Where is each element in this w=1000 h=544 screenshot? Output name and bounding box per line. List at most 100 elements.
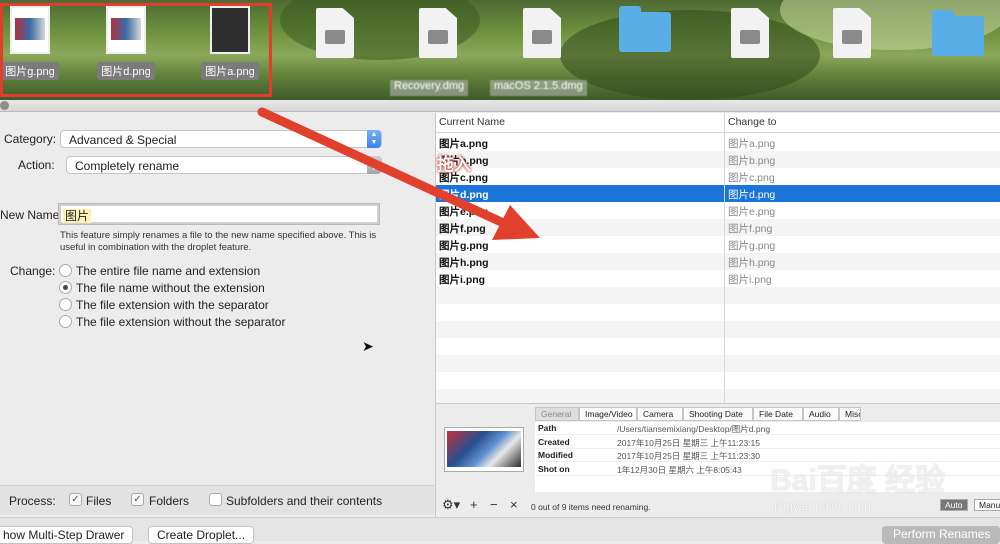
add-icon[interactable]: + <box>470 497 478 512</box>
empty-row <box>436 372 1000 389</box>
column-divider <box>724 113 725 403</box>
watermark-brand: Bai百度 经验 <box>770 464 946 497</box>
gear-icon[interactable]: ⚙▾ <box>442 497 460 513</box>
file-list-table: Current Name Change to 图片a.png 图片a.png 图片b… <box>435 113 1000 403</box>
mouse-cursor-icon: ➤ <box>362 338 374 354</box>
radio-ext-with-separator[interactable] <box>59 298 72 311</box>
folders-checkbox[interactable]: ✓ <box>131 493 144 506</box>
metadata-row: Created 2017年10月25日 星期三 上午11:23:15 <box>535 436 1000 449</box>
table-row[interactable]: 图片i.png 图片i.png <box>436 270 1000 287</box>
action-value: Completely rename <box>75 159 180 173</box>
folder-icon[interactable] <box>615 4 675 52</box>
change-to-cell: 图片a.png <box>728 138 776 150</box>
remove-icon[interactable]: − <box>490 497 498 512</box>
current-name-cell: 图片g.png <box>439 240 489 252</box>
category-select[interactable]: Advanced & Special ▲ ▼ <box>60 130 382 148</box>
baidu-watermark: Bai百度 经验 jingyan.baidu.com <box>770 455 945 513</box>
empty-row <box>436 321 1000 338</box>
metadata-value: 1年12月30日 星期六 上午8:05:43 <box>617 464 742 475</box>
table-row[interactable]: 图片c.png 图片c.png <box>436 168 1000 185</box>
current-name-cell: 图片i.png <box>439 274 486 286</box>
category-label: Category: <box>4 132 57 146</box>
clear-icon[interactable]: × <box>510 497 518 512</box>
files-checkbox[interactable]: ✓ <box>69 493 82 506</box>
info-tab[interactable]: Shooting Date <box>683 407 753 421</box>
multi-step-drawer-button[interactable]: how Multi-Step Drawer <box>0 526 134 544</box>
process-bar: Process: ✓ Files ✓ Folders Subfolders an… <box>0 485 434 515</box>
window-titlebar <box>0 100 1000 112</box>
table-header: Current Name Change to <box>436 113 1000 133</box>
metadata-key: Modified <box>538 450 573 460</box>
image-preview <box>444 427 524 472</box>
change-to-cell: 图片g.png <box>728 240 776 252</box>
select-arrows-icon: ▲ ▼ <box>367 156 381 174</box>
window-control-icon[interactable] <box>0 101 9 110</box>
newname-value: 图片 <box>63 209 92 223</box>
newname-field[interactable]: 图片 <box>58 203 380 225</box>
change-to-cell: 图片i.png <box>728 274 772 286</box>
radio-ext-without-separator[interactable] <box>59 315 72 328</box>
info-tab[interactable]: General <box>535 407 579 421</box>
metadata-value: 2017年10月25日 星期三 上午11:23:30 <box>617 451 760 461</box>
dmg-icon[interactable] <box>822 8 882 58</box>
metadata-key: Created <box>538 436 570 447</box>
drag-in-annotation: 拖入 <box>437 155 471 174</box>
table-row[interactable]: 图片d.png 图片d.png <box>436 185 1000 202</box>
metadata-key: Path <box>538 423 557 433</box>
select-arrows-icon: ▲ ▼ <box>367 130 381 148</box>
column-change-to[interactable]: Change to <box>728 116 776 128</box>
change-label: Change: <box>10 264 56 278</box>
selection-rectangle <box>0 3 272 97</box>
change-to-cell: 图片e.png <box>728 206 776 218</box>
rename-options-pane: Category: Advanced & Special ▲ ▼ Action: … <box>0 113 434 541</box>
empty-row <box>436 304 1000 321</box>
current-name-cell: 图片h.png <box>439 257 489 269</box>
change-to-cell: 图片f.png <box>728 223 773 235</box>
process-label: Process: <box>9 494 56 508</box>
empty-row <box>436 389 1000 403</box>
change-to-cell: 图片c.png <box>728 172 775 184</box>
radio-label: The file extension without the separator <box>76 315 286 329</box>
metadata-key: Shot on <box>538 463 570 474</box>
metadata-row: Path/Users/tiansemixiang/Desktop/图片d.png <box>535 422 1000 435</box>
folder-icon[interactable] <box>928 8 988 56</box>
empty-row <box>436 355 1000 372</box>
action-select[interactable]: Completely rename ▲ ▼ <box>66 156 382 174</box>
blurred-file-name: Recovery.dmg <box>390 80 469 96</box>
table-row[interactable]: 图片e.png 图片e.png <box>436 202 1000 219</box>
radio-name-without-ext[interactable] <box>59 281 72 294</box>
table-row[interactable]: 图片a.png 图片a.png <box>436 134 1000 151</box>
current-name-cell: 图片a.png <box>439 138 488 150</box>
column-current-name[interactable]: Current Name <box>439 116 505 128</box>
dmg-icon[interactable] <box>720 8 780 58</box>
perform-renames-button[interactable]: Perform Renames <box>882 526 1000 544</box>
subfolders-checkbox[interactable] <box>209 493 222 506</box>
metadata-value: 2017年10月25日 星期三 上午11:23:15 <box>617 437 760 448</box>
table-row[interactable]: 图片h.png 图片h.png <box>436 253 1000 270</box>
blurred-file-name: macOS 2.1.5.dmg <box>490 80 587 96</box>
current-name-cell: 图片d.png <box>439 189 489 201</box>
mode-manual-toggle[interactable]: Manua <box>974 499 1000 511</box>
foliage <box>560 10 820 100</box>
desktop-background: 图片g.png 图片d.png 图片a.png Recovery.dmg mac… <box>0 0 1000 100</box>
table-row[interactable]: 图片b.png 图片b.png <box>436 151 1000 168</box>
dmg-icon[interactable] <box>512 8 572 58</box>
rename-status: 0 out of 9 items need renaming. <box>531 502 651 512</box>
info-tab[interactable]: Image/Video <box>579 407 637 421</box>
create-droplet-button[interactable]: Create Droplet... <box>148 526 255 544</box>
info-tab[interactable]: Camera <box>637 407 683 421</box>
dmg-icon[interactable] <box>408 8 468 58</box>
empty-row <box>436 338 1000 355</box>
table-row[interactable]: 图片g.png 图片g.png <box>436 236 1000 253</box>
table-row[interactable]: 图片f.png 图片f.png <box>436 219 1000 236</box>
category-value: Advanced & Special <box>69 133 177 147</box>
folders-checkbox-label: Folders <box>149 494 190 508</box>
info-tab[interactable]: Misc <box>839 407 861 421</box>
metadata-value: /Users/tiansemixiang/Desktop/图片d.png <box>617 424 771 434</box>
feature-hint: This feature simply renames a file to th… <box>60 230 377 253</box>
dmg-icon[interactable] <box>305 8 365 58</box>
radio-entire-name[interactable] <box>59 264 72 277</box>
info-tab[interactable]: File Date <box>753 407 803 421</box>
info-tab[interactable]: Audio <box>803 407 839 421</box>
current-name-cell: 图片f.png <box>439 223 486 235</box>
